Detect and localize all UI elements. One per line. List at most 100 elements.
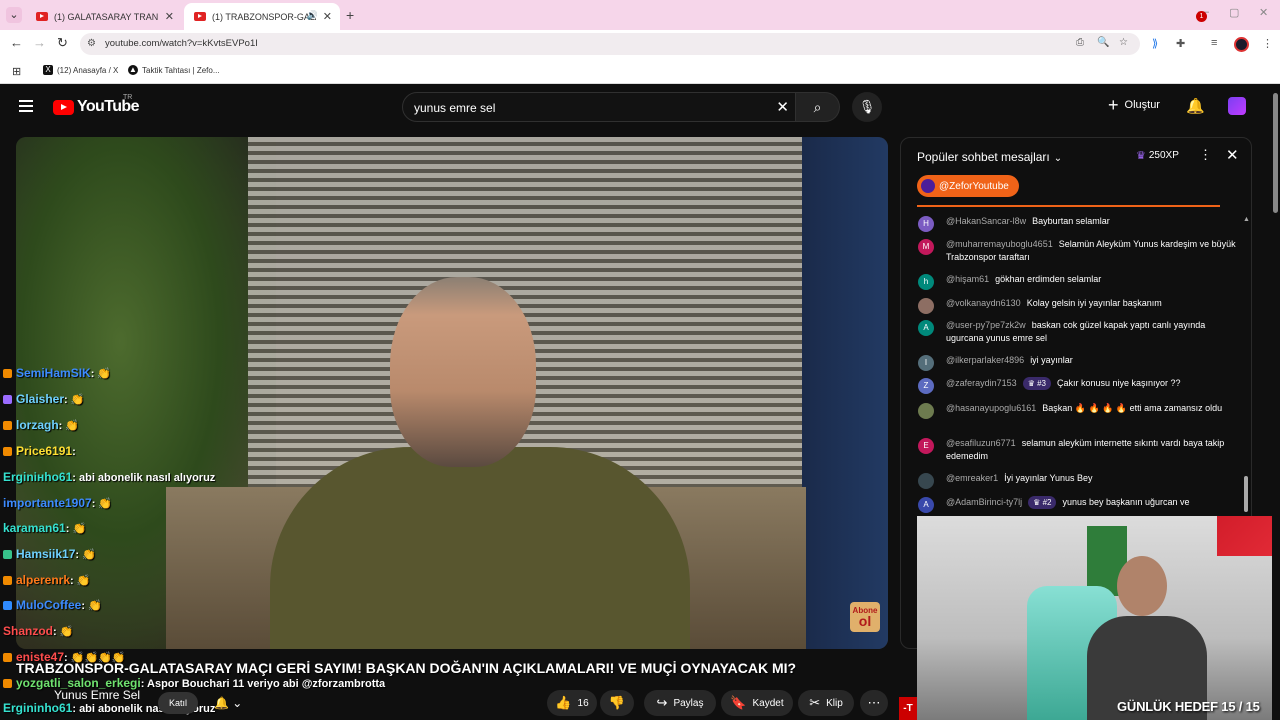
chat-message[interactable]: @volkanaydn6130 Kolay gelsin iyi yayınlar… <box>918 297 1238 314</box>
avatar[interactable]: I <box>918 355 934 371</box>
extension-icon[interactable]: ⟫ <box>1152 37 1158 50</box>
chat-author[interactable]: @zaferaydin7153 <box>946 378 1017 388</box>
avatar[interactable]: M <box>918 239 934 255</box>
chat-message[interactable]: A @AdamBirinci-ty7lj ♛ #2 yunus bey başkanı… <box>918 496 1238 513</box>
more-actions-button[interactable]: ⋯ <box>860 690 888 716</box>
clip-button[interactable]: ✂ Klip <box>798 690 854 716</box>
chat-author[interactable]: @user-py7pe7zk2w <box>946 320 1026 330</box>
puzzle-icon[interactable]: ✚ <box>1176 37 1185 50</box>
save-button[interactable]: 🔖 Kaydet <box>721 690 793 716</box>
install-icon[interactable]: ⎙ <box>1076 37 1084 48</box>
join-button[interactable]: Katıl <box>158 692 198 714</box>
media-control-icon[interactable]: ≡ <box>1211 37 1217 49</box>
chat-message-body: @esafiluzun6771 selamun aleyküm internett… <box>946 437 1238 463</box>
chat-message-body: @emreaker1 İyi yayınlar Yunus Bey <box>946 472 1238 485</box>
site-logo-icon: ▲ <box>128 65 138 75</box>
search-input[interactable]: yunus emre sel ✕ <box>402 92 796 122</box>
chat-message[interactable]: Z @zaferaydin7153 ♛ #3 Çakır konusu niye ka… <box>918 377 1238 394</box>
overlay-chat-message: : <box>72 446 76 458</box>
pinned-author-chip[interactable]: @ZeforYoutube <box>917 175 1019 197</box>
chat-message[interactable]: E @esafiluzun6771 selamun aleyküm internet… <box>918 437 1238 463</box>
chat-author[interactable]: @hasanayupoglu6161 <box>946 403 1036 413</box>
chat-message[interactable]: I @ilkerparlaker4896 iyi yayınlar <box>918 354 1238 371</box>
avatar[interactable]: A <box>918 497 934 513</box>
avatar[interactable]: H <box>918 216 934 232</box>
clear-search-icon[interactable]: ✕ <box>776 98 789 116</box>
close-chat-icon[interactable]: ✕ <box>1226 146 1239 164</box>
chat-author[interactable]: @AdamBirinci-ty7lj <box>946 497 1022 507</box>
reload-icon[interactable]: ↻ <box>57 35 68 51</box>
page-scrollbar[interactable] <box>1272 85 1280 720</box>
address-bar[interactable]: ⚙ youtube.com/watch?v=kKvtsEVPo1I ⎙ 🔍 ☆ <box>80 33 1140 55</box>
streamer-figure <box>1087 556 1207 720</box>
notifications-bell-icon[interactable]: 🔔 <box>1186 97 1205 115</box>
account-avatar[interactable] <box>1228 97 1246 115</box>
bookmark-taktik[interactable]: ▲ Taktik Tahtası | Zefo... <box>128 65 220 75</box>
xp-badge[interactable]: ♛ 250XP <box>1136 149 1179 162</box>
crown-icon: ♛ <box>1027 379 1038 388</box>
like-button[interactable]: 👍 16 <box>547 690 597 716</box>
voice-search-button[interactable]: 🎙 <box>852 92 882 122</box>
maximize-icon[interactable]: ▢ <box>1229 6 1239 19</box>
avatar[interactable] <box>918 403 934 419</box>
video-player[interactable]: Abone ol <box>16 137 888 649</box>
chat-author[interactable]: @hişam61 <box>946 274 989 284</box>
speaker-icon[interactable]: 🔊 <box>307 10 318 21</box>
avatar[interactable] <box>918 298 934 314</box>
new-tab-icon[interactable]: + <box>346 7 354 23</box>
bookmark-x[interactable]: X (12) Anasayfa / X <box>43 65 118 75</box>
kebab-menu-icon[interactable]: ⋮ <box>1199 147 1212 163</box>
menu-icon[interactable] <box>19 100 33 112</box>
back-icon[interactable]: ← <box>10 35 23 50</box>
bookmark-label: Taktik Tahtası | Zefo... <box>142 65 220 75</box>
chat-scrollbar[interactable]: ▲ <box>1243 208 1251 512</box>
chat-author[interactable]: @HakanSancar-l8w <box>946 216 1026 226</box>
kebab-menu-icon[interactable]: ⋮ <box>1262 37 1273 50</box>
dislike-button[interactable]: 👎 <box>600 690 634 716</box>
scroll-thumb[interactable] <box>1244 476 1248 512</box>
create-button[interactable]: + Oluştur <box>1108 96 1160 114</box>
youtube-logo[interactable]: YouTube TR <box>53 94 139 116</box>
zoom-icon[interactable]: 🔍 <box>1097 37 1109 48</box>
browser-tab-2[interactable]: (1) TRABZONSPOR-GALATA 🔊 ✕ <box>184 3 340 30</box>
avatar[interactable] <box>918 473 934 489</box>
avatar[interactable]: h <box>918 274 934 290</box>
chat-author[interactable]: @emreaker1 <box>946 473 998 483</box>
avatar[interactable]: E <box>918 438 934 454</box>
share-button[interactable]: ↪ Paylaş <box>644 690 716 716</box>
channel-name[interactable]: Yunus Emre Sel <box>54 688 140 702</box>
chat-author[interactable]: @muharremayuboglu4651 <box>946 239 1053 249</box>
subscription-bell-button[interactable]: 🔔 ⌄ <box>206 692 262 714</box>
site-info-icon[interactable]: ⚙ <box>87 38 96 49</box>
subscribe-watermark[interactable]: Abone ol <box>850 602 880 632</box>
chat-message[interactable]: @hasanayupoglu6161 Başkan 🔥 🔥 🔥 🔥 etti am… <box>918 402 1238 419</box>
chat-badge-icon <box>3 421 12 430</box>
browser-tab-1[interactable]: (1) GALATASARAY TRANSFERİN ✕ <box>26 3 182 30</box>
close-icon[interactable]: ✕ <box>323 10 332 23</box>
chat-author[interactable]: @ilkerparlaker4896 <box>946 355 1024 365</box>
stream-overlay-chip: -T <box>899 697 917 720</box>
tab-search-chevron-icon[interactable]: ⌄ <box>6 7 22 23</box>
avatar[interactable]: Z <box>918 378 934 394</box>
chat-message[interactable]: @emreaker1 İyi yayınlar Yunus Bey <box>918 472 1238 489</box>
chat-message[interactable]: H @HakanSancar-l8w Bayburtan selamlar <box>918 215 1238 232</box>
bookmark-star-icon[interactable]: ☆ <box>1119 37 1128 48</box>
video-title: TRABZONSPOR-GALATASARAY MAÇI GERİ SAYIM!… <box>16 660 797 676</box>
close-icon[interactable]: ✕ <box>165 10 174 23</box>
chat-text: gökhan erdimden selamlar <box>995 274 1102 284</box>
forward-icon[interactable]: → <box>33 35 46 50</box>
chat-message[interactable]: M @muharremayuboglu4651 Selamün Aleyküm Yu… <box>918 238 1238 264</box>
microphone-icon: 🎙 <box>858 99 876 114</box>
chat-message[interactable]: h @hişam61 gökhan erdimden selamlar <box>918 273 1238 290</box>
scroll-up-icon[interactable]: ▲ <box>1243 216 1250 223</box>
chat-message[interactable]: A @user-py7pe7zk2w baskan cok güzel kapak … <box>918 319 1238 345</box>
chat-mode-selector[interactable]: Popüler sohbet mesajları ⌄ <box>917 150 1062 164</box>
avatar[interactable]: A <box>918 320 934 336</box>
window-close-icon[interactable]: ✕ <box>1259 6 1268 19</box>
crown-icon: ♛ <box>1136 150 1146 162</box>
apps-grid-icon[interactable]: ⊞ <box>12 65 21 78</box>
chat-author[interactable]: @esafiluzun6771 <box>946 438 1016 448</box>
chat-author[interactable]: @volkanaydn6130 <box>946 298 1021 308</box>
profile-avatar[interactable] <box>1234 37 1249 52</box>
search-button[interactable]: ⌕ <box>796 92 840 122</box>
